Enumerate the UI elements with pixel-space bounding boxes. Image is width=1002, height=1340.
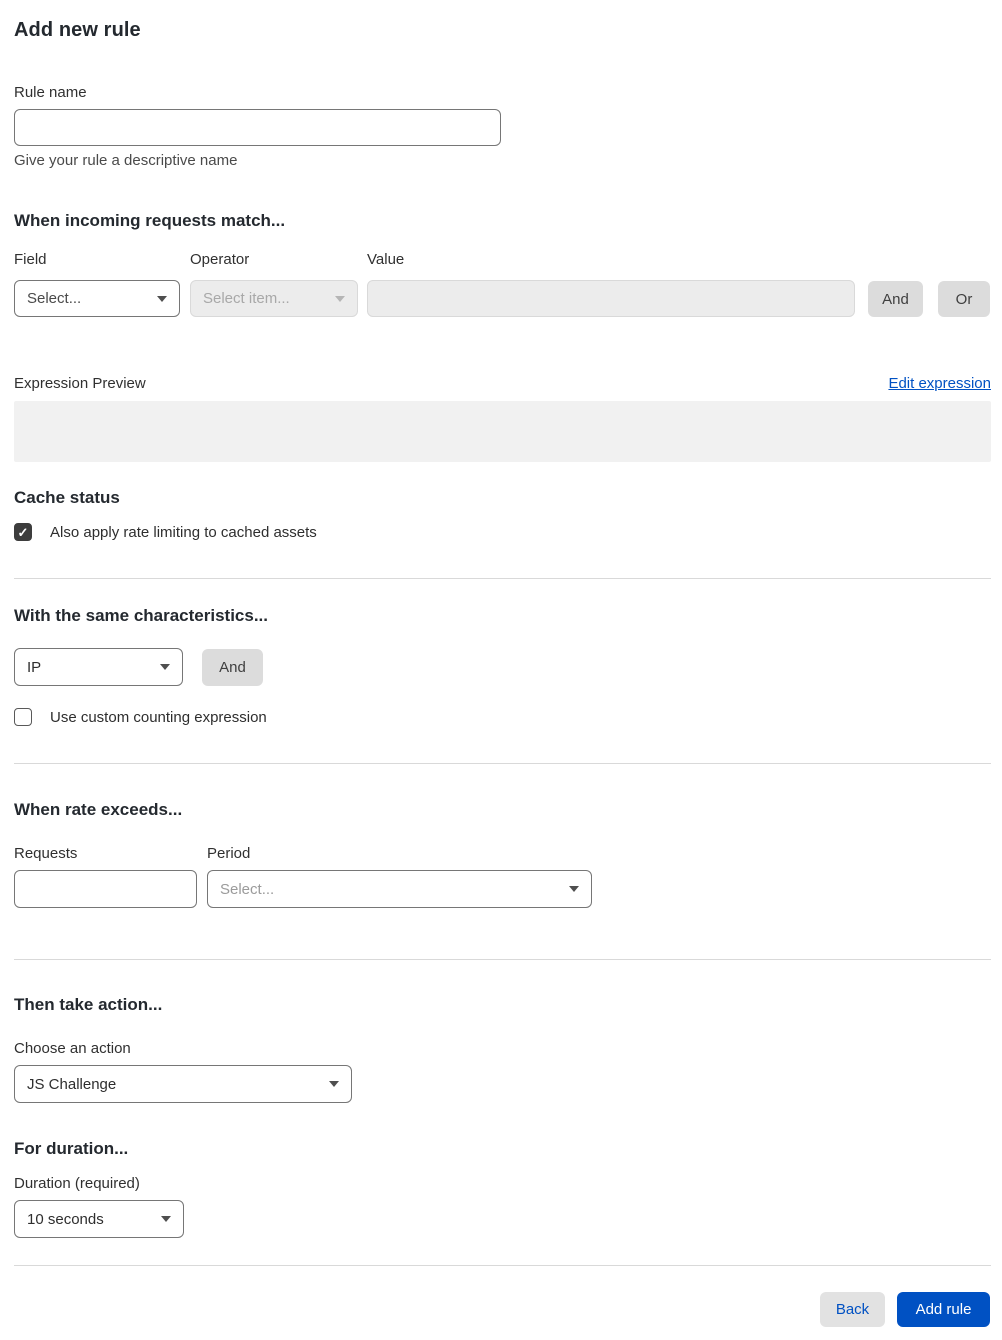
chevron-down-icon	[160, 664, 170, 670]
divider	[14, 1265, 991, 1266]
requests-input[interactable]	[14, 870, 197, 908]
rule-name-input[interactable]	[14, 109, 501, 146]
chevron-down-icon	[161, 1216, 171, 1222]
duration-label: Duration (required)	[14, 1175, 140, 1192]
value-label: Value	[367, 251, 405, 268]
cache-status-heading: Cache status	[14, 488, 120, 507]
rule-name-label: Rule name	[14, 84, 87, 101]
cached-assets-checkbox-label[interactable]: Also apply rate limiting to cached asset…	[50, 524, 317, 541]
or-button[interactable]: Or	[938, 281, 990, 317]
period-select[interactable]: Select...	[207, 870, 592, 908]
check-icon: ✓	[17, 524, 29, 540]
cached-assets-checkbox[interactable]: ✓	[14, 523, 32, 541]
duration-heading: For duration...	[14, 1139, 129, 1158]
divider	[14, 763, 991, 764]
field-label: Field	[14, 251, 47, 268]
action-select-value: JS Challenge	[27, 1075, 117, 1093]
value-input	[367, 280, 855, 317]
expression-preview-box	[14, 401, 991, 462]
field-select-value: Select...	[27, 290, 82, 307]
period-select-value: Select...	[220, 880, 275, 898]
period-label: Period	[207, 845, 251, 862]
characteristic-select-value: IP	[27, 658, 42, 676]
characteristic-select[interactable]: IP	[14, 648, 183, 686]
add-rule-form: Add new rule Rule name Give your rule a …	[0, 0, 1002, 1340]
choose-action-label: Choose an action	[14, 1040, 131, 1057]
divider	[14, 578, 991, 579]
match-section-heading: When incoming requests match...	[14, 211, 286, 230]
operator-select-value: Select item...	[203, 290, 290, 307]
characteristics-heading: With the same characteristics...	[14, 606, 269, 625]
back-button[interactable]: Back	[820, 1292, 885, 1327]
action-heading: Then take action...	[14, 995, 163, 1014]
operator-select: Select item...	[190, 280, 358, 317]
action-select[interactable]: JS Challenge	[14, 1065, 352, 1103]
custom-counting-checkbox[interactable]	[14, 708, 32, 726]
expression-preview-label: Expression Preview	[14, 375, 146, 392]
divider	[14, 959, 991, 960]
add-rule-button[interactable]: Add rule	[897, 1292, 990, 1327]
rate-heading: When rate exceeds...	[14, 800, 183, 819]
and-button[interactable]: And	[868, 281, 923, 317]
edit-expression-link[interactable]: Edit expression	[888, 375, 991, 392]
chevron-down-icon	[335, 295, 345, 302]
custom-counting-checkbox-label[interactable]: Use custom counting expression	[50, 709, 267, 726]
chevron-down-icon	[329, 1081, 339, 1087]
rule-name-helper: Give your rule a descriptive name	[14, 152, 238, 169]
characteristics-and-button[interactable]: And	[202, 649, 263, 686]
page-title: Add new rule	[14, 19, 141, 41]
operator-label: Operator	[190, 251, 250, 268]
duration-select[interactable]: 10 seconds	[14, 1200, 184, 1238]
chevron-down-icon	[157, 295, 167, 302]
field-select[interactable]: Select...	[14, 280, 180, 317]
requests-label: Requests	[14, 845, 78, 862]
duration-select-value: 10 seconds	[27, 1210, 104, 1228]
chevron-down-icon	[569, 886, 579, 892]
